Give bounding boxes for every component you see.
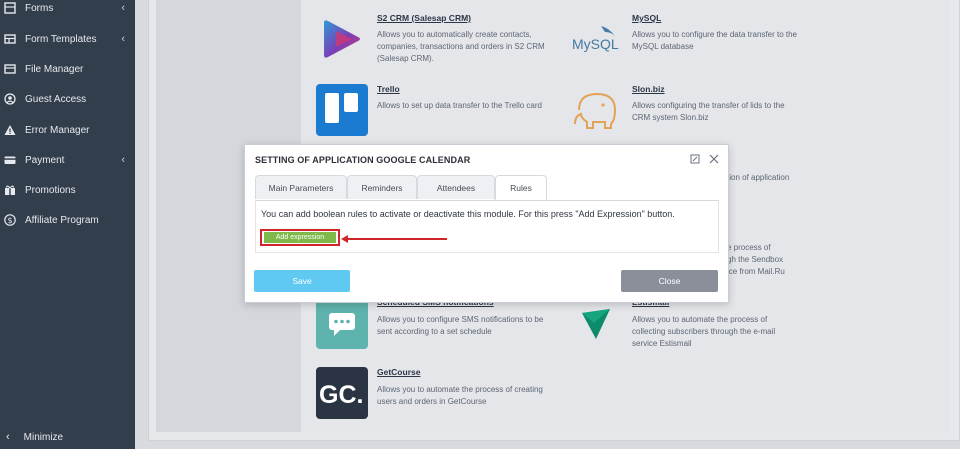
app-description-partial: ice from Mail.Ru — [727, 267, 785, 276]
minimize-label: Minimize — [23, 431, 64, 443]
sidebar-item-label: File Manager — [25, 63, 84, 75]
expand-icon[interactable] — [690, 154, 700, 167]
mysql-logo-text: MySQL — [572, 36, 619, 52]
user-circle-icon — [4, 93, 16, 105]
estismail-logo — [580, 307, 612, 341]
annotation-arrow-head — [341, 235, 348, 243]
card-icon — [4, 154, 16, 166]
rules-panel: You can add boolean rules to activate or… — [255, 200, 719, 253]
app-description: Allows you to automate the process of co… — [632, 315, 776, 348]
folder-icon — [4, 63, 16, 75]
rules-instructions: You can add boolean rules to activate or… — [261, 209, 675, 219]
sidebar-item-label: Form Templates — [25, 33, 97, 45]
app-description-partial: tion of application — [727, 173, 790, 182]
add-expression-highlight: Add expression — [260, 229, 340, 246]
sidebar-item-label: Guest Access — [25, 93, 87, 105]
sidebar-item-label: Promotions — [25, 184, 76, 196]
chevron-left-icon: ‹ — [6, 431, 10, 443]
getcourse-logo-text: GC. — [319, 381, 363, 409]
sidebar-item-form-templates[interactable]: Form Templates ‹ — [0, 28, 135, 50]
trello-logo — [316, 84, 368, 136]
app-description: Allows you to automate the process of cr… — [377, 385, 543, 406]
chevron-left-icon: ‹ — [121, 33, 125, 45]
app-title[interactable]: Trello — [377, 84, 400, 94]
app-title[interactable]: MySQL — [632, 13, 661, 23]
tab-main-parameters[interactable]: Main Parameters — [255, 175, 347, 199]
app-title[interactable]: S2 CRM (Salesap CRM) — [377, 13, 471, 23]
getcourse-logo: GC. — [316, 367, 368, 419]
svg-text:$: $ — [7, 216, 12, 225]
close-icon[interactable] — [709, 154, 719, 167]
annotation-arrow — [345, 238, 447, 240]
app-description: Allows configuring the transfer of lids … — [632, 101, 785, 122]
app-description-partial: e process of — [727, 243, 771, 252]
sidebar-item-label: Forms — [25, 2, 54, 14]
app-description: Allows to set up data transfer to the Tr… — [377, 101, 542, 110]
app-description: Allows you to configure the data transfe… — [632, 30, 797, 51]
chevron-left-icon: ‹ — [121, 154, 125, 166]
dialog-title: SETTING OF APPLICATION GOOGLE CALENDAR — [255, 155, 471, 165]
chevron-left-icon: ‹ — [121, 2, 125, 14]
sidebar-item-payment[interactable]: Payment ‹ — [0, 149, 135, 171]
tab-rules[interactable]: Rules — [495, 175, 547, 200]
sidebar-item-guest-access[interactable]: Guest Access — [0, 88, 135, 110]
app-description: Allows you to configure SMS notification… — [377, 315, 544, 336]
sidebar-item-error-manager[interactable]: Error Manager — [0, 119, 135, 141]
app-title[interactable]: Slon.biz — [632, 84, 665, 94]
warning-icon — [4, 124, 16, 136]
app-description: Allows you to automatically create conta… — [377, 30, 545, 63]
sidebar: Forms ‹ Form Templates ‹ File Manager Gu… — [0, 0, 135, 449]
tab-attendees[interactable]: Attendees — [417, 175, 495, 199]
s2-crm-logo — [316, 13, 368, 65]
sidebar-item-label: Error Manager — [25, 124, 90, 136]
sidebar-item-affiliate-program[interactable]: $ Affiliate Program — [0, 209, 135, 231]
close-button[interactable]: Close — [621, 270, 718, 292]
sidebar-item-file-manager[interactable]: File Manager — [0, 58, 135, 80]
minimize-button[interactable]: ‹ Minimize — [0, 427, 135, 447]
google-calendar-settings-dialog: SETTING OF APPLICATION GOOGLE CALENDAR M… — [244, 144, 729, 303]
sms-logo — [316, 297, 368, 349]
tab-reminders[interactable]: Reminders — [347, 175, 417, 199]
save-button[interactable]: Save — [254, 270, 350, 292]
sidebar-item-label: Payment — [25, 154, 65, 166]
app-title[interactable]: GetCourse — [377, 367, 420, 377]
sidebar-item-label: Affiliate Program — [25, 214, 99, 226]
forms-icon — [4, 2, 16, 14]
app-description-partial: gh the Sendbox — [727, 255, 784, 264]
dollar-circle-icon: $ — [4, 214, 16, 226]
sidebar-item-promotions[interactable]: Promotions — [0, 179, 135, 201]
add-expression-button[interactable]: Add expression — [264, 232, 336, 243]
gift-icon — [4, 184, 16, 196]
mysql-logo: MySQL — [571, 24, 623, 54]
sidebar-item-forms[interactable]: Forms ‹ — [0, 0, 135, 19]
templates-icon — [4, 33, 16, 45]
elephant-logo — [571, 88, 623, 132]
